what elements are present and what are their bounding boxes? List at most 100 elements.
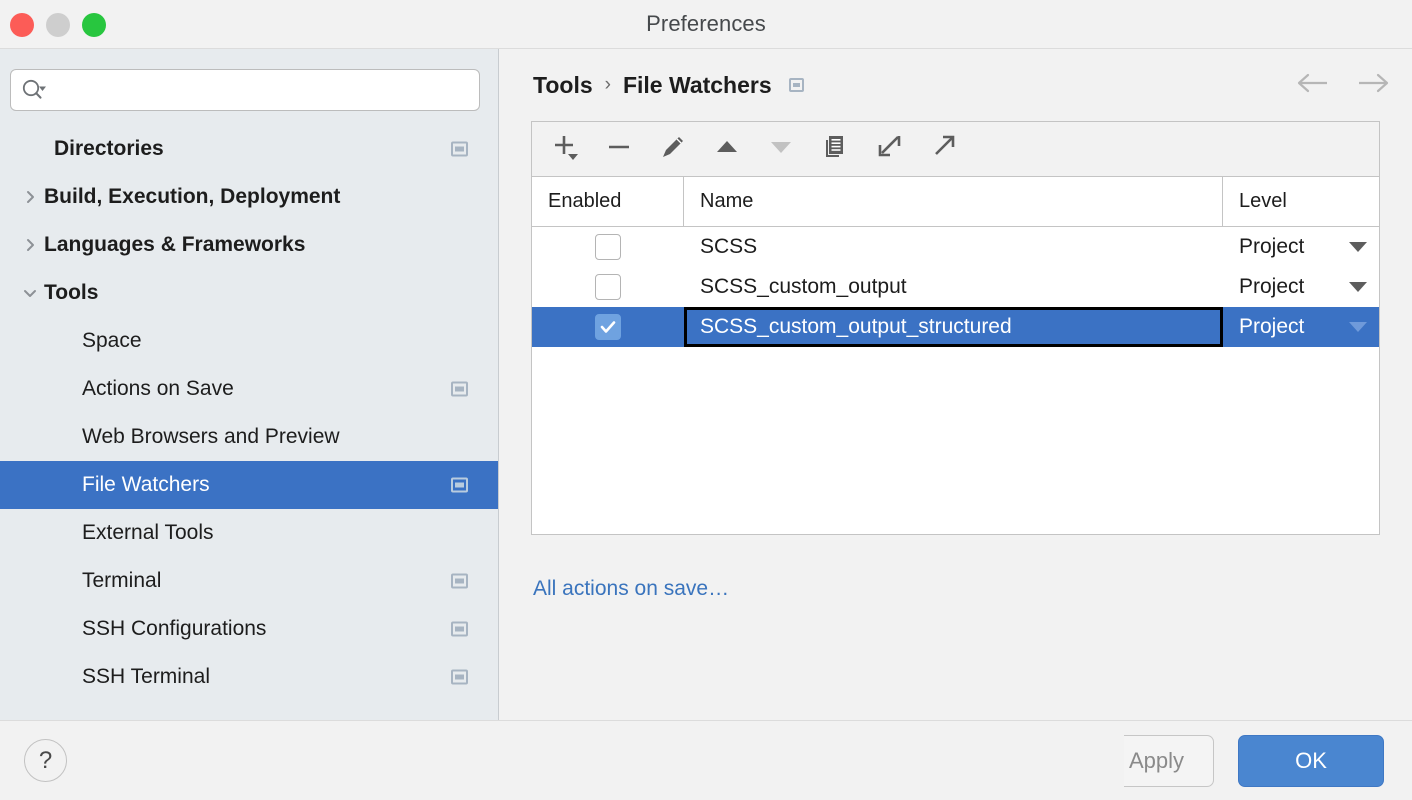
table-row[interactable]: SCSS_custom_output Project	[532, 267, 1379, 307]
search-input[interactable]	[53, 70, 469, 110]
sidebar-item-directories[interactable]: Directories	[0, 125, 498, 173]
preferences-window: Preferences DirectoriesBuild, Execu	[0, 0, 1412, 800]
breadcrumb-parent[interactable]: Tools	[533, 72, 593, 99]
chevron-right-icon[interactable]	[16, 235, 44, 255]
name-cell[interactable]: SCSS	[684, 227, 1223, 267]
forward-arrow-icon[interactable]	[1356, 72, 1390, 99]
table-row[interactable]: SCSS_custom_output_structured Project	[532, 307, 1379, 347]
breadcrumb-separator-icon: ›	[605, 74, 611, 96]
copy-watcher-button[interactable]	[818, 132, 852, 166]
chevron-down-icon[interactable]	[16, 283, 44, 303]
all-actions-container: All actions on save…	[499, 535, 1412, 601]
sidebar-item-actions-on-save[interactable]: Actions on Save	[0, 365, 498, 413]
file-watchers-table-body: SCSSProjectSCSS_custom_outputProjectSCSS…	[532, 227, 1379, 534]
project-scope-badge-icon	[451, 670, 468, 685]
sidebar-item-label: Actions on Save	[82, 377, 234, 401]
level-cell[interactable]: Project	[1223, 307, 1379, 347]
enabled-checkbox[interactable]	[595, 234, 621, 260]
sidebar-item-ssh-configurations[interactable]: SSH Configurations	[0, 605, 498, 653]
maximize-button[interactable]	[82, 13, 106, 37]
plus-icon	[550, 132, 580, 167]
help-button[interactable]: ?	[24, 739, 67, 782]
search-icon	[21, 79, 47, 101]
sidebar-item-space[interactable]: Space	[0, 317, 498, 365]
main-panel: Tools › File Watchers	[499, 49, 1412, 720]
chevron-down-icon[interactable]	[1349, 322, 1367, 332]
dialog-body: DirectoriesBuild, Execution, Deployment L…	[0, 49, 1412, 721]
sidebar-item-label: Web Browsers and Preview	[82, 425, 340, 449]
name-cell[interactable]: SCSS_custom_output	[684, 267, 1223, 307]
move-up-button[interactable]	[710, 132, 744, 166]
minus-icon	[604, 132, 634, 167]
remove-watcher-button[interactable]	[602, 132, 636, 166]
dialog-footer: ? Apply OK	[0, 721, 1412, 800]
chevron-down-icon[interactable]	[1349, 242, 1367, 252]
apply-button-clip: Apply	[1124, 735, 1214, 787]
title-bar: Preferences	[0, 0, 1412, 49]
level-value: Project	[1239, 235, 1349, 259]
search-field[interactable]	[10, 69, 480, 111]
project-scope-badge-icon	[451, 574, 468, 589]
column-header-enabled[interactable]: Enabled	[532, 177, 684, 226]
move-down-button	[764, 132, 798, 166]
file-watchers-toolbar	[532, 122, 1379, 177]
pencil-icon	[658, 132, 688, 167]
level-cell[interactable]: Project	[1223, 267, 1379, 307]
footer-button-group: Apply OK	[1124, 735, 1384, 787]
add-watcher-button[interactable]	[548, 132, 582, 166]
enabled-cell	[532, 227, 684, 267]
column-header-name[interactable]: Name	[684, 177, 1223, 226]
table-row[interactable]: SCSS Project	[532, 227, 1379, 267]
sidebar-item-file-watchers[interactable]: File Watchers	[0, 461, 498, 509]
sidebar-item-label: Languages & Frameworks	[44, 233, 305, 257]
copy-icon	[820, 132, 850, 167]
import-button[interactable]	[872, 132, 906, 166]
column-header-level[interactable]: Level	[1223, 177, 1379, 226]
sidebar-item-label: SSH Terminal	[82, 665, 210, 689]
close-button[interactable]	[10, 13, 34, 37]
level-cell[interactable]: Project	[1223, 227, 1379, 267]
sidebar-item-external-tools[interactable]: External Tools	[0, 509, 498, 557]
name-cell-editing[interactable]: SCSS_custom_output_structured	[684, 307, 1223, 347]
chevron-right-icon[interactable]	[16, 187, 44, 207]
table-header-row: Enabled Name Level	[532, 177, 1379, 227]
minimize-button[interactable]	[46, 13, 70, 37]
enabled-checkbox[interactable]	[595, 274, 621, 300]
project-scope-badge-icon	[451, 478, 468, 493]
project-scope-badge-icon	[789, 78, 804, 92]
arrow-down-left-icon	[874, 132, 904, 167]
all-actions-on-save-link[interactable]: All actions on save…	[533, 577, 729, 600]
window-title: Preferences	[0, 11, 1412, 37]
sidebar-item-label: Space	[82, 329, 142, 353]
enabled-cell	[532, 267, 684, 307]
chevron-down-icon[interactable]	[1349, 282, 1367, 292]
sidebar-item-label: External Tools	[82, 521, 214, 545]
arrow-up-right-icon	[928, 132, 958, 167]
level-value: Project	[1239, 315, 1349, 339]
sidebar-item-label: Tools	[44, 281, 98, 305]
project-scope-badge-icon	[451, 142, 468, 157]
triangle-up-icon	[712, 132, 742, 167]
settings-tree: DirectoriesBuild, Execution, Deployment L…	[0, 125, 498, 720]
traffic-light-controls	[10, 0, 106, 49]
export-button[interactable]	[926, 132, 960, 166]
breadcrumb: Tools › File Watchers	[499, 49, 1412, 121]
triangle-down-icon	[766, 132, 796, 167]
sidebar-item-web-browsers-and-preview[interactable]: Web Browsers and Preview	[0, 413, 498, 461]
enabled-checkbox[interactable]	[595, 314, 621, 340]
sidebar-item-terminal[interactable]: Terminal	[0, 557, 498, 605]
edit-watcher-button[interactable]	[656, 132, 690, 166]
sidebar-item-languages-frameworks[interactable]: Languages & Frameworks	[0, 221, 498, 269]
apply-button[interactable]: Apply	[1124, 735, 1214, 787]
navigation-arrows	[1296, 72, 1390, 99]
sidebar-item-label: SSH Configurations	[82, 617, 266, 641]
ok-button[interactable]: OK	[1238, 735, 1384, 787]
breadcrumb-current: File Watchers	[623, 72, 772, 99]
file-watchers-panel: Enabled Name Level SCSSProjectSCSS_custo…	[531, 121, 1380, 535]
settings-sidebar: DirectoriesBuild, Execution, Deployment L…	[0, 49, 499, 720]
sidebar-item-ssh-terminal[interactable]: SSH Terminal	[0, 653, 498, 701]
sidebar-item-build-execution-deployment[interactable]: Build, Execution, Deployment	[0, 173, 498, 221]
sidebar-item-tools[interactable]: Tools	[0, 269, 498, 317]
level-value: Project	[1239, 275, 1349, 299]
back-arrow-icon[interactable]	[1296, 72, 1330, 99]
